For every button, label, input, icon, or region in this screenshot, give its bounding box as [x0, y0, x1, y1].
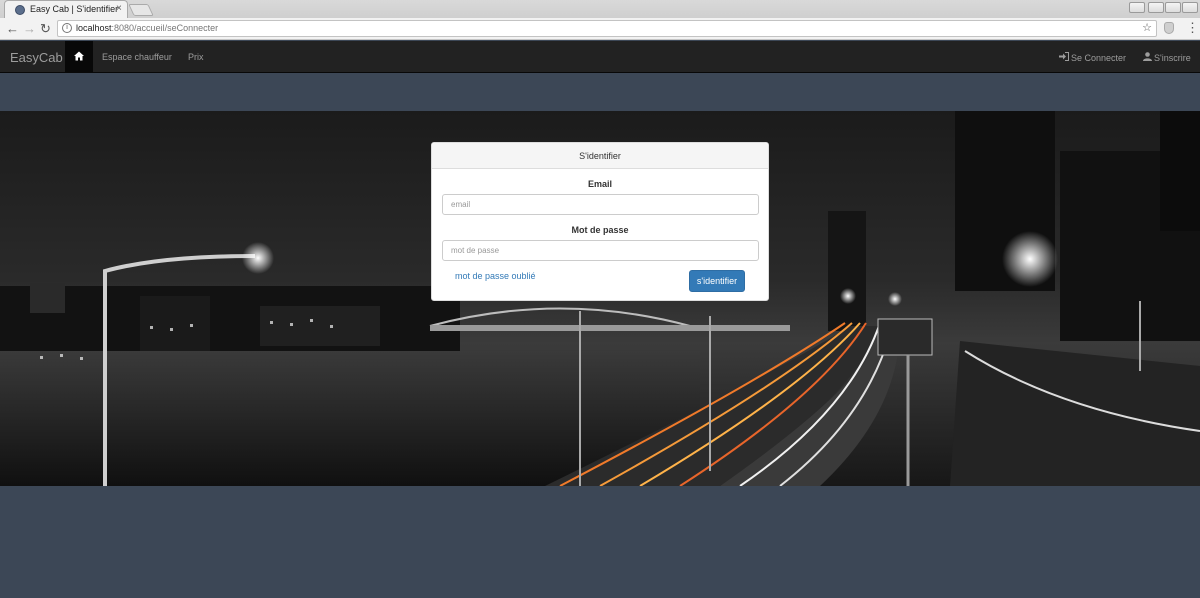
nav-login-label: Se Connecter — [1071, 53, 1127, 63]
nav-espace-chauffeur[interactable]: Espace chauffeur — [102, 52, 172, 62]
tab-close-icon[interactable]: × — [116, 3, 122, 14]
password-field[interactable] — [442, 240, 759, 261]
nav-signup-label: S'inscrire — [1154, 53, 1191, 63]
reload-icon[interactable]: ↻ — [40, 21, 51, 37]
login-panel-title: S'identifier — [432, 143, 768, 169]
nav-prix[interactable]: Prix — [188, 52, 204, 62]
maximize-window-icon[interactable] — [1165, 2, 1181, 13]
address-bar[interactable]: i localhost:8080/accueil/seConnecter ☆ — [57, 20, 1157, 37]
site-favicon-icon — [15, 5, 25, 15]
url-path: :8080/accueil/seConnecter — [111, 23, 219, 33]
back-arrow-icon[interactable]: ← — [6, 21, 19, 37]
site-navbar: EasyCab Espace chauffeur Prix Se Connect… — [0, 41, 1200, 73]
brand-link[interactable]: EasyCab — [10, 50, 63, 65]
forgot-password-link[interactable]: mot de passe oublié — [455, 271, 536, 281]
nav-signup[interactable]: S'inscrire — [1143, 52, 1191, 63]
browser-toolbar: ← → ↻ i localhost:8080/accueil/seConnect… — [0, 18, 1200, 40]
minimize-window-icon[interactable] — [1148, 2, 1164, 13]
nav-login[interactable]: Se Connecter — [1059, 52, 1126, 63]
login-icon — [1059, 52, 1069, 61]
password-label: Mot de passe — [571, 225, 629, 235]
close-window-icon[interactable] — [1182, 2, 1198, 13]
browser-menu-icon[interactable]: ⋮ — [1186, 20, 1199, 36]
browser-tab-strip: Easy Cab | S'identifier × — [0, 0, 1200, 18]
email-label: Email — [587, 179, 612, 189]
forward-arrow-icon[interactable]: → — [23, 21, 36, 37]
login-panel: S'identifier Email Mot de passe mot de p… — [431, 142, 769, 301]
site-info-icon[interactable]: i — [62, 23, 72, 33]
browser-tab[interactable]: Easy Cab | S'identifier × — [4, 0, 128, 18]
url-text[interactable]: localhost:8080/accueil/seConnecter — [76, 23, 218, 33]
nav-home[interactable] — [65, 41, 93, 73]
extension-shield-icon[interactable] — [1164, 22, 1174, 34]
email-field[interactable] — [442, 194, 759, 215]
home-icon — [74, 51, 84, 61]
user-icon — [1143, 52, 1152, 61]
tab-title: Easy Cab | S'identifier — [30, 4, 119, 14]
bookmark-star-icon[interactable]: ☆ — [1142, 21, 1152, 34]
user-profile-icon[interactable] — [1129, 2, 1145, 13]
new-tab-button[interactable] — [128, 4, 154, 16]
url-host: localhost — [76, 23, 112, 33]
login-submit-button[interactable]: s'identifier — [689, 270, 745, 292]
